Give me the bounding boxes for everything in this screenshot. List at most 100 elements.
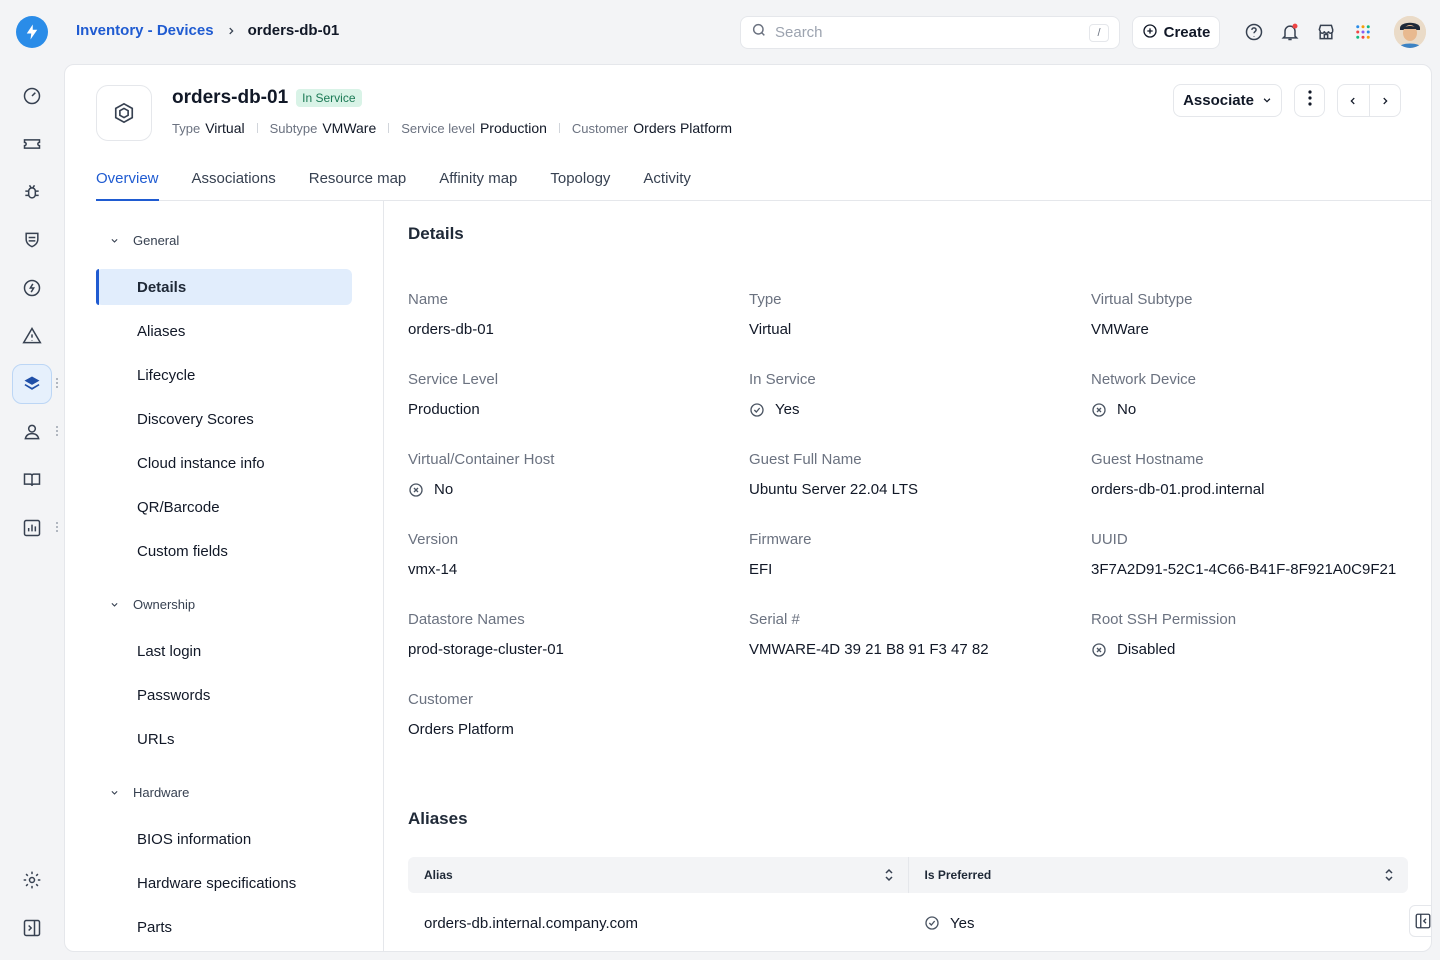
rail-more-dots-icon[interactable] [56,522,60,534]
field-datastore-names: Datastore Names prod-storage-cluster-01 [408,611,738,658]
bug-icon[interactable] [12,172,52,212]
notifications-bell-icon[interactable] [1278,20,1302,44]
table-row[interactable]: orders-db.internal.company.com Yes [408,907,1408,939]
field-label: Service Level [408,371,499,388]
field-value-text: Ubuntu Server 22.04 LTS [749,481,918,498]
meta-service-level-label: Service level [401,120,475,136]
previous-record-button[interactable] [1338,85,1370,116]
field-label: Network Device [1091,371,1197,388]
contacts-icon[interactable] [12,412,52,452]
nav-item-aliases[interactable]: Aliases [96,313,352,349]
field-label: Guest Full Name [749,451,862,468]
top-bar: Inventory - Devices orders-db-01 / Creat… [64,0,1440,64]
field-root-ssh-permission: Root SSH Permission Disabled [1091,611,1421,658]
column-header-is-preferred[interactable]: Is Preferred [909,857,1409,893]
column-header-label: Is Preferred [924,868,992,882]
chevron-down-icon [111,790,118,795]
x-circle-icon [1092,642,1106,657]
search-box[interactable]: / [740,16,1120,49]
device-detail-card: orders-db-01 In Service Type Virtual Sub… [64,64,1432,952]
sort-icon [884,868,893,882]
expand-sidebar-icon[interactable] [12,908,52,948]
nav-item-lifecycle[interactable]: Lifecycle [96,357,352,393]
user-avatar[interactable] [1394,16,1426,48]
field-value-text: 3F7A2D91-52C1-4C66-B41F-8F921A0C9F21 [1091,561,1397,578]
search-input[interactable] [775,24,1081,41]
nav-item-cloud-instance-info[interactable]: Cloud instance info [96,445,352,481]
change-icon[interactable] [12,268,52,308]
sort-icon [1385,868,1393,882]
field-label: UUID [1091,531,1128,548]
nav-item-last-login[interactable]: Last login [96,633,352,669]
field-value: No [1091,401,1421,418]
nav-group-ownership[interactable]: Ownership [110,597,195,612]
nav-item-details[interactable]: Details [96,269,352,305]
warning-icon[interactable] [12,316,52,356]
nav-group-label: Ownership [133,597,196,612]
nav-item-qr-barcode[interactable]: QR/Barcode [96,489,352,525]
app-logo-icon[interactable] [16,16,48,48]
nav-item-parts[interactable]: Parts [96,909,352,945]
search-icon [751,22,767,43]
nav-item-urls[interactable]: URLs [96,721,352,757]
column-header-alias[interactable]: Alias [408,857,909,893]
nav-item-hardware-specifications[interactable]: Hardware specifications [96,865,352,901]
chevron-down-icon [111,602,118,607]
aliases-table-header: Alias Is Preferred [408,857,1408,893]
knowledge-book-icon[interactable] [12,460,52,500]
field-value: Ubuntu Server 22.04 LTS [749,481,1079,498]
field-value-text: orders-db-01.prod.internal [1091,481,1265,498]
store-icon[interactable] [1314,20,1338,44]
reports-chart-icon[interactable] [12,508,52,548]
tab-activity[interactable]: Activity [643,165,691,200]
shield-icon[interactable] [12,220,52,260]
tab-overview[interactable]: Overview [96,165,159,201]
associate-button[interactable]: Associate [1173,84,1282,117]
meta-divider [388,123,390,133]
tab-topology[interactable]: Topology [550,165,610,200]
toggle-side-panel-button[interactable] [1409,905,1431,937]
device-title: orders-db-01 In Service [172,87,362,109]
nav-item-passwords[interactable]: Passwords [96,677,352,713]
virtual-device-cube-icon [96,85,152,141]
nav-group-general[interactable]: General [110,233,179,248]
details-heading: Details [408,224,464,243]
check-circle-icon [750,402,764,417]
nav-item-bios-information[interactable]: BIOS information [96,821,352,857]
nav-group-hardware[interactable]: Hardware [110,785,189,800]
assets-layers-icon[interactable] [12,364,52,404]
tab-resource-map[interactable]: Resource map [309,165,407,200]
help-icon[interactable] [1242,20,1266,44]
meta-divider [558,123,560,133]
rail-more-dots-icon[interactable] [56,378,60,390]
field-virtual-container-host: Virtual/Container Host No [408,451,738,498]
chevron-left-icon [1350,97,1355,104]
tab-associations[interactable]: Associations [192,165,276,200]
field-value: orders-db-01.prod.internal [1091,481,1421,498]
field-name: Name orders-db-01 [408,291,738,338]
meta-customer-value: Orders Platform [633,120,733,136]
dashboard-icon[interactable] [12,76,52,116]
field-value: No [408,481,738,498]
field-value: VMWARE-4D 39 21 B8 91 F3 47 82 [749,641,1079,658]
tab-affinity-map[interactable]: Affinity map [439,165,517,200]
field-virtual-subtype: Virtual Subtype VMWare [1091,291,1421,338]
nav-item-discovery-scores[interactable]: Discovery Scores [96,401,352,437]
field-type: Type Virtual [749,291,1079,338]
field-value-text: Virtual [749,321,792,338]
more-actions-button[interactable] [1294,84,1325,117]
nav-item-custom-fields[interactable]: Custom fields [96,533,352,569]
ticket-icon[interactable] [12,124,52,164]
field-value-text: Orders Platform [408,721,514,738]
rail-more-dots-icon[interactable] [56,426,60,438]
next-record-button[interactable] [1370,85,1401,116]
meta-subtype-label: Subtype [269,120,318,136]
create-button[interactable]: Create [1132,16,1220,49]
meta-customer-label: Customer [571,120,629,136]
x-circle-icon [1092,402,1106,417]
status-badge: In Service [296,89,362,107]
breadcrumb-parent-link[interactable]: Inventory - Devices [76,22,214,39]
x-circle-icon [409,482,423,497]
apps-grid-icon[interactable] [1351,20,1375,44]
settings-gear-icon[interactable] [12,860,52,900]
